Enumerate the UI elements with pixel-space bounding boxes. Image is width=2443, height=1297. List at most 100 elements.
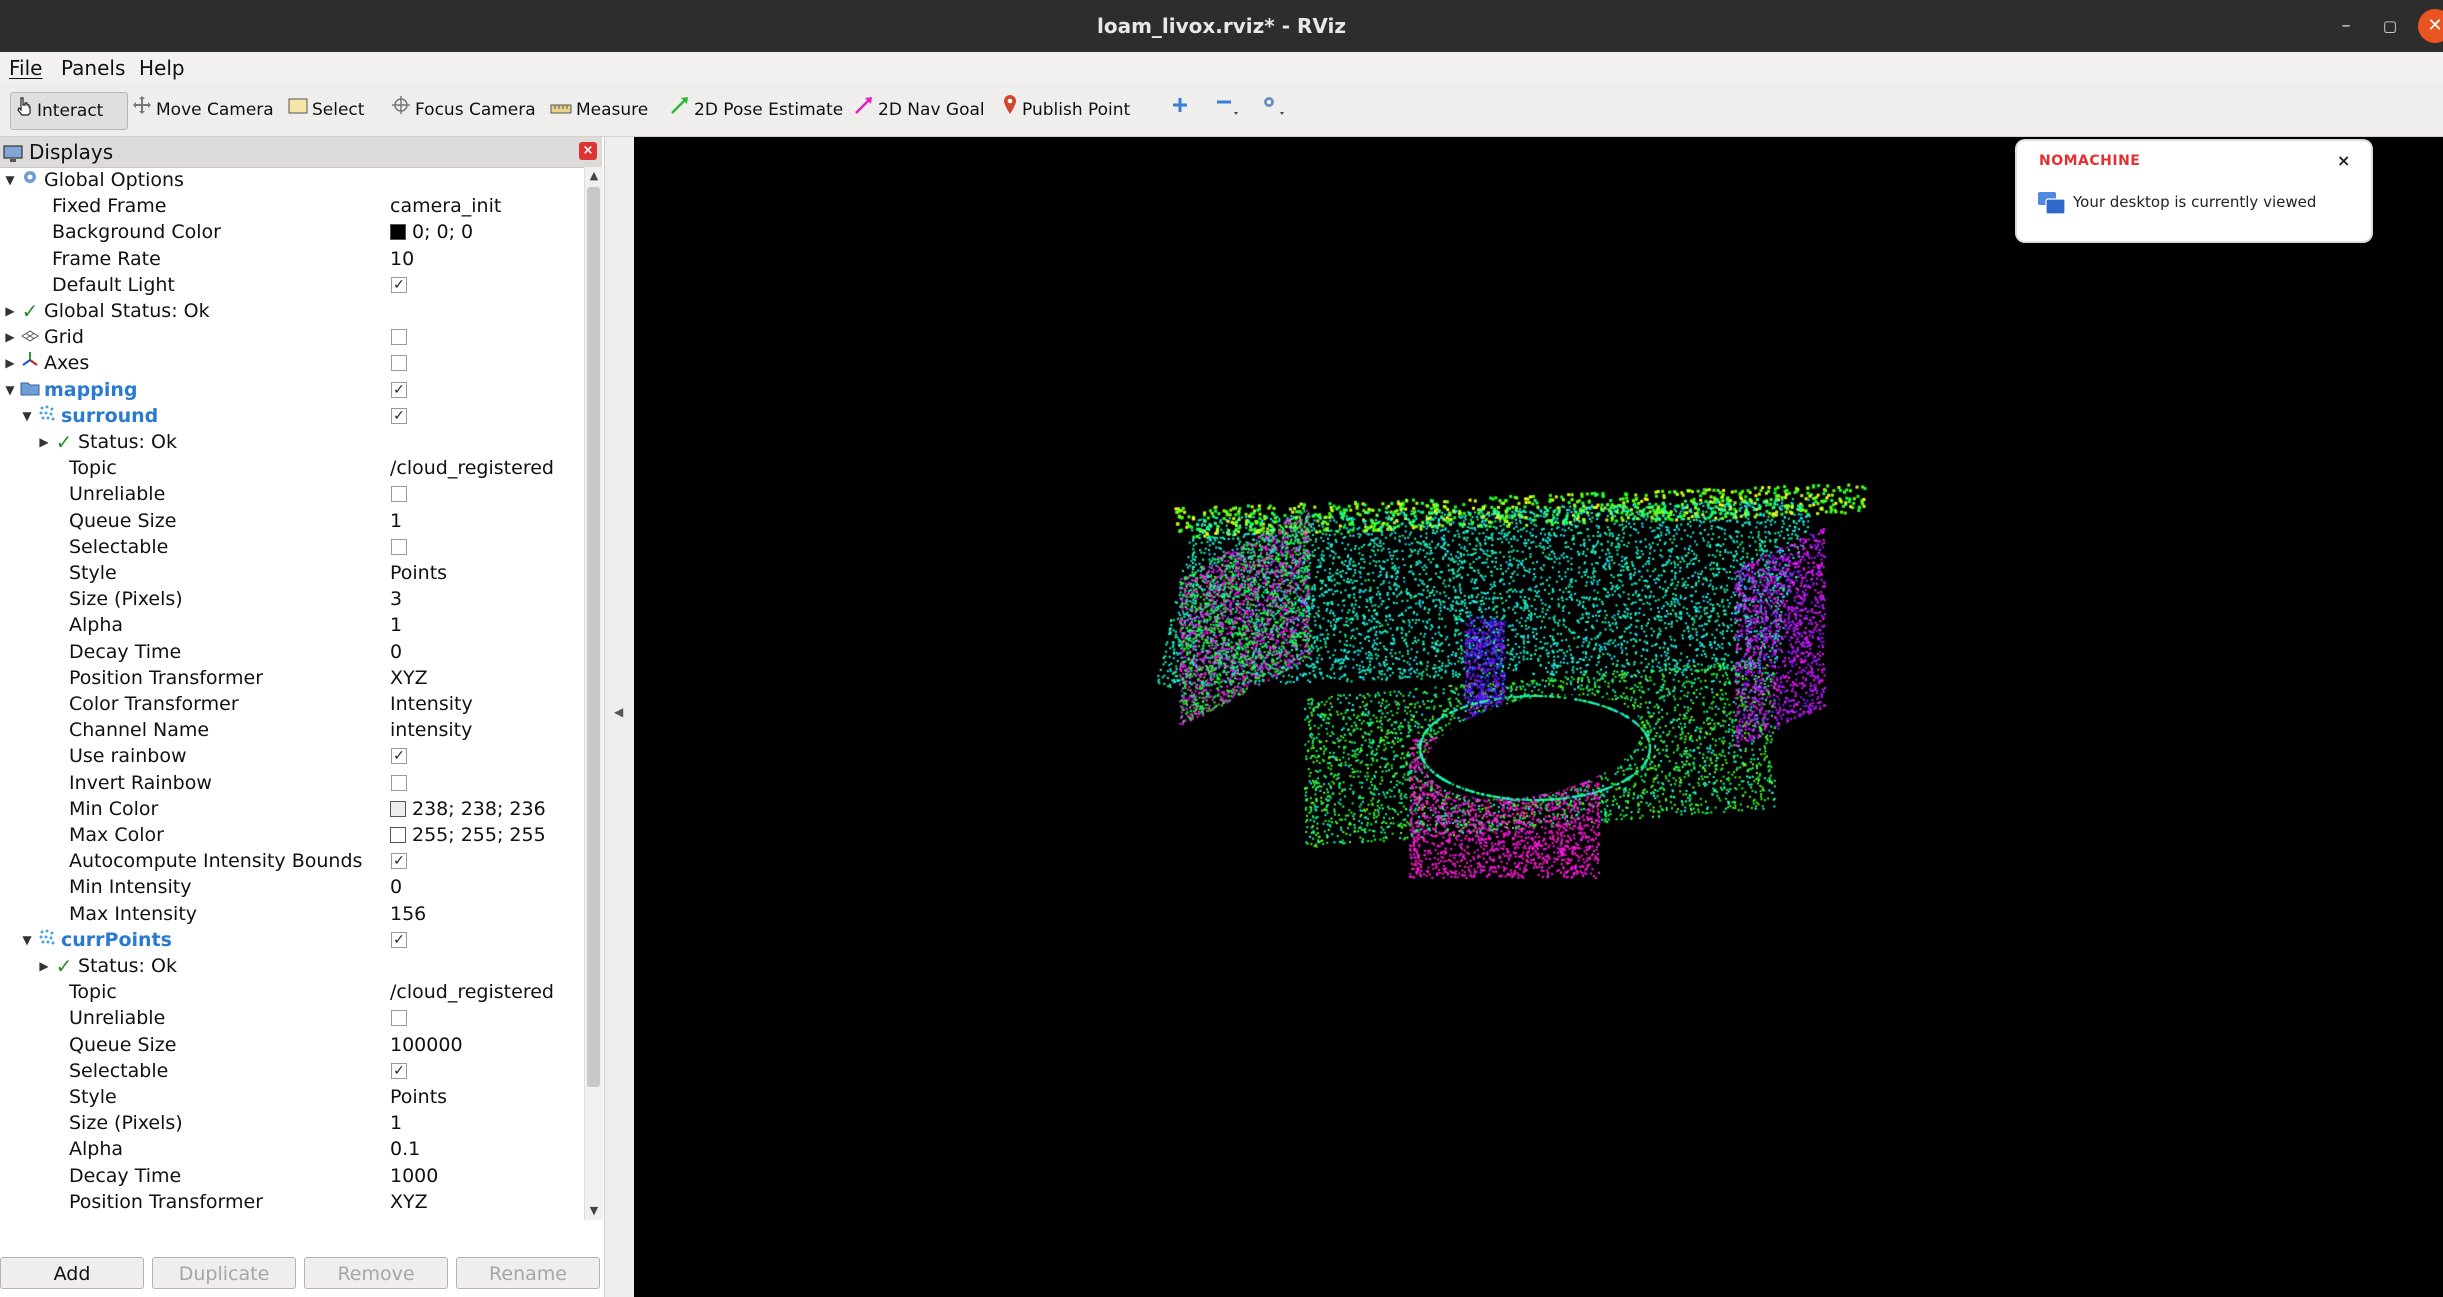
tree-row[interactable]: ▼ surround ✓: [0, 403, 582, 429]
collapsed-arrow-icon[interactable]: ▶: [3, 324, 17, 350]
tree-row[interactable]: Selectable: [0, 534, 582, 560]
tree-row[interactable]: Autocompute Intensity Bounds ✓: [0, 848, 582, 874]
tree-row[interactable]: ▼ Global Options: [0, 167, 582, 193]
scroll-down-arrow[interactable]: ▼: [585, 1202, 603, 1220]
property-checkbox[interactable]: [391, 774, 407, 791]
property-checkbox[interactable]: ✓: [391, 748, 407, 765]
expanded-arrow-icon[interactable]: ▼: [3, 377, 17, 403]
collapsed-arrow-icon[interactable]: ▶: [37, 429, 51, 455]
tree-row[interactable]: ▶ Axes: [0, 350, 582, 376]
focus-camera-tool[interactable]: Focus Camera: [391, 92, 536, 128]
property-value[interactable]: 0: [390, 874, 402, 900]
panel-splitter[interactable]: ◀: [605, 137, 634, 1297]
vertical-scrollbar[interactable]: ▲ ▼: [584, 167, 603, 1220]
property-value[interactable]: 1: [390, 612, 402, 638]
property-value[interactable]: /cloud_registered: [390, 455, 554, 481]
rename-button[interactable]: Rename: [456, 1257, 600, 1289]
collapsed-arrow-icon[interactable]: ▶: [37, 953, 51, 979]
publish-point-tool[interactable]: Publish Point: [1002, 92, 1130, 128]
tree-row[interactable]: Queue Size 1: [0, 508, 582, 534]
zoom-minus-button[interactable]: [1214, 92, 1244, 128]
property-value[interactable]: 10: [390, 246, 414, 272]
tree-row[interactable]: Default Light ✓: [0, 272, 582, 298]
property-value[interactable]: Intensity: [390, 1215, 473, 1220]
property-checkbox[interactable]: [391, 538, 407, 555]
close-panel-button[interactable]: ×: [579, 142, 597, 160]
menu-file[interactable]: File: [9, 55, 42, 81]
tree-row[interactable]: Unreliable: [0, 1005, 582, 1031]
property-value[interactable]: 1: [390, 1110, 402, 1136]
tree-row[interactable]: Fixed Frame camera_init: [0, 193, 582, 219]
tree-row[interactable]: Alpha 0.1: [0, 1136, 582, 1162]
maximize-button[interactable]: ▢: [2376, 12, 2404, 40]
property-value[interactable]: Points: [390, 560, 447, 586]
tree-row[interactable]: Alpha 1: [0, 612, 582, 638]
property-checkbox[interactable]: [391, 355, 407, 372]
property-checkbox[interactable]: [391, 329, 407, 346]
property-value[interactable]: 255; 255; 255: [390, 822, 546, 848]
tree-row[interactable]: ▼ currPoints ✓: [0, 927, 582, 953]
tree-row[interactable]: Style Points: [0, 1084, 582, 1110]
tree-row[interactable]: Frame Rate 10: [0, 246, 582, 272]
property-checkbox[interactable]: [391, 1010, 407, 1027]
zoom-plus-button[interactable]: [1170, 92, 1194, 128]
property-value[interactable]: Intensity: [390, 691, 473, 717]
minimize-button[interactable]: –: [2332, 12, 2360, 40]
tree-row[interactable]: ▶ ✓ Global Status: Ok: [0, 298, 582, 324]
property-value[interactable]: 0: [390, 639, 402, 665]
property-value[interactable]: Points: [390, 1084, 447, 1110]
property-checkbox[interactable]: ✓: [391, 381, 407, 398]
select-tool[interactable]: Select: [288, 92, 364, 128]
property-checkbox[interactable]: ✓: [391, 276, 407, 293]
property-checkbox[interactable]: ✓: [391, 853, 407, 870]
property-value[interactable]: 238; 238; 236: [390, 796, 546, 822]
render-view[interactable]: [634, 137, 2443, 1297]
measure-tool[interactable]: Measure: [550, 92, 648, 128]
tree-row[interactable]: Topic/cloud_registered: [0, 979, 582, 1005]
property-value[interactable]: 1: [390, 508, 402, 534]
property-checkbox[interactable]: ✓: [391, 1062, 407, 1079]
tree-row[interactable]: Channel Name intensity: [0, 717, 582, 743]
collapsed-arrow-icon[interactable]: ▶: [3, 350, 17, 376]
tree-row[interactable]: Position Transformer XYZ: [0, 1189, 582, 1215]
property-value[interactable]: 1000: [390, 1163, 438, 1189]
duplicate-button[interactable]: Duplicate: [152, 1257, 296, 1289]
property-checkbox[interactable]: [391, 486, 407, 503]
tree-row[interactable]: Position Transformer XYZ: [0, 665, 582, 691]
tree-row[interactable]: Color Transformer Intensity: [0, 691, 582, 717]
property-value[interactable]: 3: [390, 586, 402, 612]
tree-row[interactable]: Queue Size 100000: [0, 1032, 582, 1058]
tree-row[interactable]: Style Points: [0, 560, 582, 586]
scroll-thumb[interactable]: [587, 187, 600, 1087]
notification-close-button[interactable]: ×: [2337, 151, 2350, 170]
add-button[interactable]: Add: [0, 1257, 144, 1289]
pose-estimate-tool[interactable]: 2D Pose Estimate: [670, 92, 843, 128]
tree-row[interactable]: Size (Pixels) 1: [0, 1110, 582, 1136]
tree-row[interactable]: Decay Time 0: [0, 639, 582, 665]
property-value[interactable]: 156: [390, 901, 426, 927]
property-checkbox[interactable]: ✓: [391, 407, 407, 424]
tree-row[interactable]: ▼ mapping ✓: [0, 377, 582, 403]
remove-button[interactable]: Remove: [304, 1257, 448, 1289]
tree-row[interactable]: Color Transformer Intensity: [0, 1215, 582, 1220]
tree-row[interactable]: ▶ Grid: [0, 324, 582, 350]
tree-row[interactable]: Topic/cloud_registered: [0, 455, 582, 481]
tree-row[interactable]: ▶ ✓ Status: Ok: [0, 429, 582, 455]
tree-row[interactable]: Min Color 238; 238; 236: [0, 796, 582, 822]
tree-row[interactable]: ▶ ✓ Status: Ok: [0, 953, 582, 979]
collapsed-arrow-icon[interactable]: ▶: [3, 298, 17, 324]
tree-row[interactable]: Selectable ✓: [0, 1058, 582, 1084]
property-value[interactable]: XYZ: [390, 1189, 428, 1215]
scroll-up-arrow[interactable]: ▲: [585, 167, 603, 185]
tree-row[interactable]: Use rainbow ✓: [0, 743, 582, 769]
view-options-button[interactable]: [1258, 92, 1290, 128]
tree-row[interactable]: Min Intensity 0: [0, 874, 582, 900]
property-value[interactable]: 100000: [390, 1032, 463, 1058]
property-value[interactable]: 0; 0; 0: [390, 219, 473, 245]
expanded-arrow-icon[interactable]: ▼: [3, 167, 17, 193]
property-value[interactable]: XYZ: [390, 665, 428, 691]
tree-row[interactable]: Size (Pixels) 3: [0, 586, 582, 612]
nav-goal-tool[interactable]: 2D Nav Goal: [854, 92, 985, 128]
tree-row[interactable]: Decay Time 1000: [0, 1163, 582, 1189]
tree-row[interactable]: Unreliable: [0, 481, 582, 507]
